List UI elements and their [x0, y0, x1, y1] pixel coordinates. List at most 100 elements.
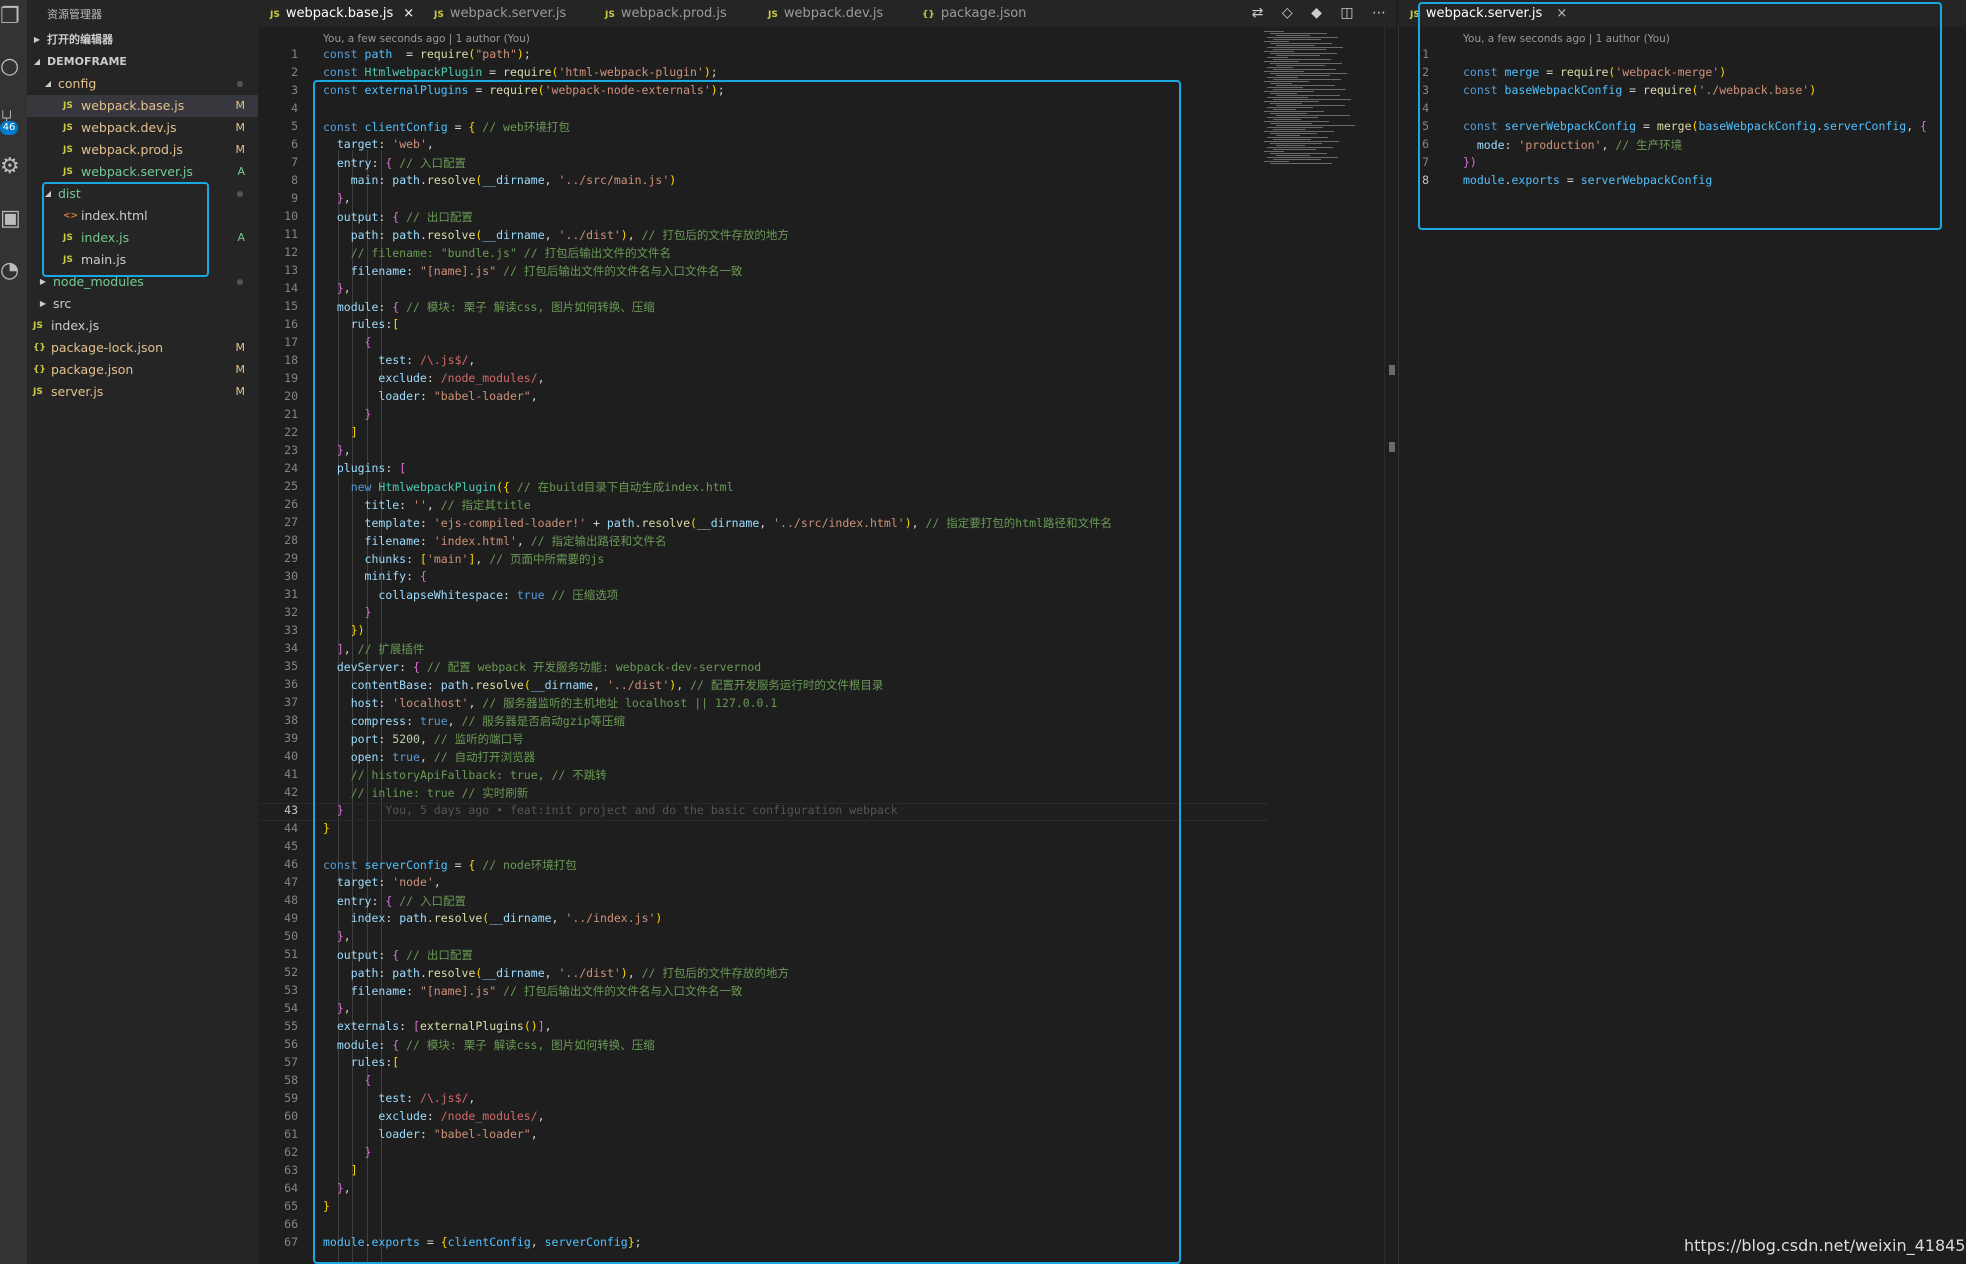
tree-item-package-lock-json[interactable]: {} package-lock.json M — [27, 337, 258, 359]
code-token: __dirname — [482, 173, 545, 187]
code-token: baseWebpackConfig — [1698, 119, 1817, 133]
tree-item-config[interactable]: ◢ config — [27, 73, 258, 95]
tab-webpack-dev-js[interactable]: JS webpack.dev.js — [768, 0, 883, 27]
remote-icon[interactable]: ◔ — [0, 256, 27, 286]
minimap-line — [1273, 49, 1326, 50]
code-token: '' — [413, 498, 427, 512]
tree-item-webpack-prod-js[interactable]: JS webpack.prod.js M — [27, 139, 258, 161]
line-number: 54 — [284, 1001, 298, 1015]
close-icon[interactable]: × — [1556, 6, 1567, 21]
code-line: target: 'node', — [323, 875, 441, 889]
code-token: // 出口配置 — [399, 948, 473, 962]
code-line: { — [323, 1073, 372, 1087]
tab-webpack-server-right[interactable]: JS webpack.server.js × — [1410, 0, 1577, 27]
files-icon[interactable]: ❐ — [0, 2, 27, 32]
minimap-line — [1270, 33, 1327, 34]
tree-item-src[interactable]: ▶ src — [27, 293, 258, 315]
code-token: ) — [710, 83, 718, 97]
code-token: const — [323, 47, 365, 61]
go-back-icon[interactable]: ◇ — [1282, 5, 1293, 21]
minimap-line — [1273, 99, 1351, 100]
extensions-icon[interactable]: ▣ — [0, 204, 27, 234]
line-number: 40 — [284, 749, 298, 763]
code-line: filename: "[name].js" // 打包后输出文件的文件名与入口文… — [323, 263, 743, 279]
code-token: new — [350, 480, 379, 494]
code-token: , — [537, 1109, 545, 1123]
tree-item-main-js[interactable]: JS main.js — [27, 249, 258, 271]
tab-webpack-server-js[interactable]: JS webpack.server.js — [434, 0, 566, 27]
tab-webpack-base-js[interactable]: JS webpack.base.js × — [270, 0, 414, 27]
project-section[interactable]: ◢ DEMOFRAME — [27, 51, 258, 73]
code-token: true — [516, 588, 545, 602]
code-token: , — [544, 966, 559, 980]
tree-item-webpack-server-js[interactable]: JS webpack.server.js A — [27, 161, 258, 183]
code-token: . — [419, 173, 427, 187]
tree-item-label: node_modules — [53, 274, 144, 289]
code-line: test: /\.js$/, — [323, 1091, 475, 1105]
close-icon[interactable]: × — [403, 6, 414, 21]
codelens-blame[interactable]: You, a few seconds ago | 1 author (You) — [323, 33, 530, 45]
compare-icon[interactable]: ⇄ — [1252, 5, 1264, 21]
code-token: // 指定其title — [440, 498, 531, 512]
editor-right[interactable]: You, a few seconds ago | 1 author (You) … — [1398, 27, 1966, 1264]
tree-item-webpack-dev-js[interactable]: JS webpack.dev.js M — [27, 117, 258, 139]
code-line: index: path.resolve(__dirname, '../index… — [323, 911, 663, 925]
minimap-line — [1264, 131, 1334, 132]
tree-item-node_modules[interactable]: ▶ node_modules — [27, 271, 258, 293]
tree-item-index-js[interactable]: JS index.js — [27, 315, 258, 337]
tree-item-index-js[interactable]: JS index.js A — [27, 227, 258, 249]
code-line: filename: 'index.html', // 指定输出路径和文件名 — [323, 533, 667, 549]
code-token: template — [364, 516, 420, 530]
code-token: ({ — [496, 480, 510, 494]
code-token: serverConfig — [544, 1235, 628, 1249]
tree-item-server-js[interactable]: JS server.js M — [27, 381, 258, 403]
tab-package-json[interactable]: {} package.json — [922, 0, 1026, 27]
modified-dot-icon — [237, 191, 243, 197]
js-file-icon: JS — [33, 387, 43, 397]
minimap[interactable] — [1262, 27, 1384, 187]
code-token: ( — [523, 678, 531, 692]
minimap-line — [1276, 125, 1355, 126]
search-icon[interactable]: ○ — [0, 52, 27, 82]
code-line: open: true, // 自动打开浏览器 — [323, 749, 535, 765]
code-token: } — [364, 1145, 372, 1159]
minimap-line — [1270, 43, 1332, 44]
tree-item-index-html[interactable]: <> index.html — [27, 205, 258, 227]
code-token: : — [378, 173, 393, 187]
tab-webpack-prod-js[interactable]: JS webpack.prod.js — [605, 0, 727, 27]
code-token: , — [468, 353, 476, 367]
tree-item-package-json[interactable]: {} package.json M — [27, 359, 258, 381]
minimap-line — [1264, 161, 1289, 162]
minimap-line — [1276, 95, 1340, 96]
git-status-badge: M — [235, 385, 246, 398]
code-token: const — [323, 83, 365, 97]
line-number: 46 — [284, 857, 298, 871]
code-token: __dirname — [482, 228, 545, 242]
js-file-icon: JS — [63, 145, 73, 155]
debug-icon[interactable]: ⚙ — [0, 152, 27, 182]
code-token: ( — [537, 83, 545, 97]
code-token: , — [627, 966, 642, 980]
code-token: , — [516, 534, 531, 548]
code-token: : — [406, 569, 420, 583]
tree-item-dist[interactable]: ◢ dist — [27, 183, 258, 205]
codelens-blame-right[interactable]: You, a few seconds ago | 1 author (You) — [1463, 33, 1670, 45]
split-editor-icon[interactable]: ◫ — [1340, 5, 1353, 21]
more-actions-icon[interactable]: ⋯ — [1372, 5, 1386, 21]
code-token: /\.js$/ — [419, 1091, 469, 1105]
code-token: , — [759, 516, 774, 530]
git-icon[interactable]: ◆ — [1311, 5, 1322, 21]
open-editors-section[interactable]: ▶ 打开的编辑器 — [27, 29, 258, 51]
editor-left[interactable]: You, a few seconds ago | 1 author (You) … — [258, 27, 1384, 1264]
code-token: , — [419, 732, 434, 746]
editor-scrollbar[interactable] — [1384, 27, 1396, 1264]
code-token: // historyApiFallback: true, // 不跳转 — [350, 768, 607, 782]
code-token: : — [378, 732, 393, 746]
tree-item-webpack-base-js[interactable]: JS webpack.base.js M — [27, 95, 258, 117]
